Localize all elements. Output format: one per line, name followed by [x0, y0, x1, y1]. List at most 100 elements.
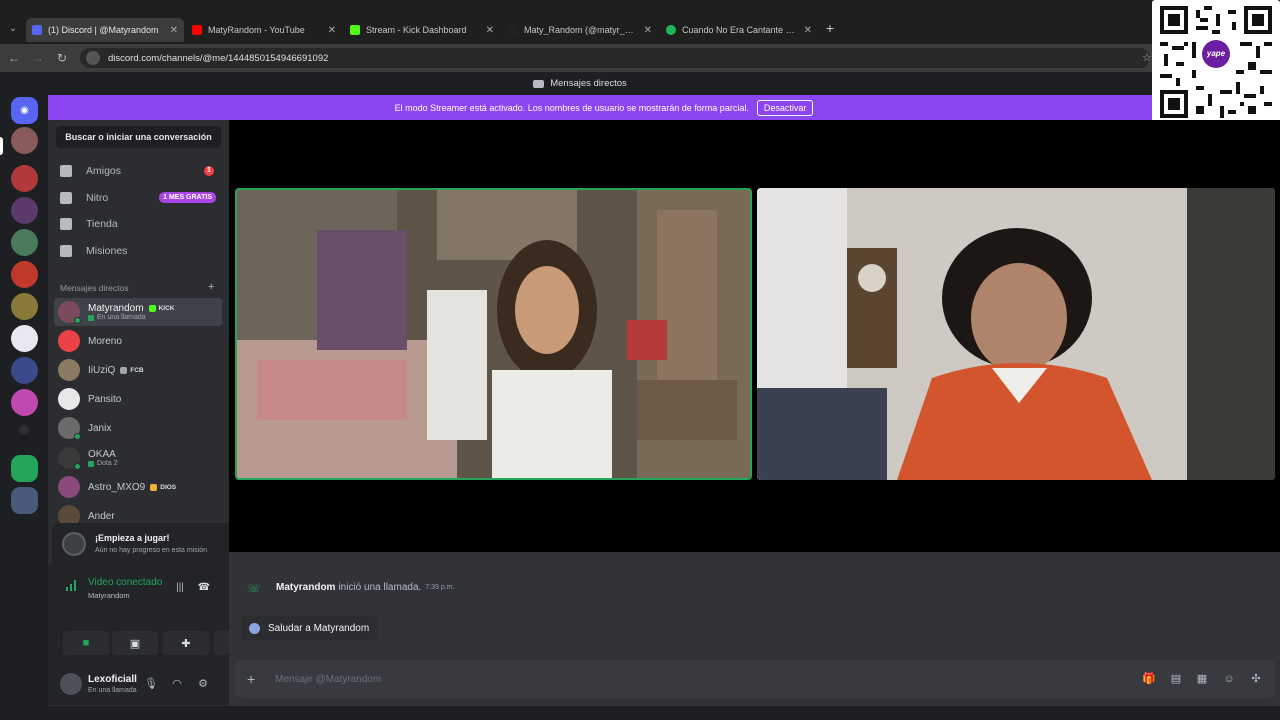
notification-badge: 1 [204, 166, 214, 176]
tab-search-icon[interactable]: ⌄ [4, 20, 22, 38]
server-icon[interactable] [11, 487, 38, 514]
quest-title: ¡Empieza a jugar! [95, 533, 170, 543]
apps-icon[interactable]: ✣ [1249, 672, 1263, 686]
bookmark-star-icon[interactable]: ☆ [1142, 51, 1152, 64]
camera-button[interactable]: ■ [63, 631, 109, 655]
dm-item-janix[interactable]: Janix [54, 414, 222, 442]
tab-discord[interactable]: (1) Discord | @Matyrandom ✕ [26, 18, 184, 42]
server-icon[interactable] [11, 229, 38, 256]
dm-status: Dota 2 [97, 460, 118, 467]
discord-favicon-icon [32, 25, 42, 35]
tab-youtube[interactable]: MatyRandom - YouTube ✕ [186, 18, 342, 42]
guild-tag-icon [150, 483, 158, 491]
call-stage [229, 120, 1280, 552]
nav-friends[interactable]: Amigos 1 [54, 159, 222, 183]
microphone-icon[interactable]: 🎙 [144, 677, 158, 691]
disconnect-icon[interactable]: ☎ [197, 581, 211, 595]
emoji-icon[interactable]: ☺ [1222, 672, 1236, 686]
server-icon[interactable] [11, 165, 38, 192]
reload-icon[interactable]: ↻ [54, 50, 70, 66]
dm-item-astro[interactable]: Astro_MXO9 DIOS [54, 473, 222, 501]
dm-name: OKAA [88, 449, 116, 460]
close-tab-icon[interactable]: ✕ [170, 25, 178, 36]
close-tab-icon[interactable]: ✕ [804, 25, 812, 36]
sticker-icon[interactable]: ▦ [1195, 672, 1209, 686]
activities-button[interactable]: ✚ [163, 631, 209, 655]
dm-item-iiuziq[interactable]: IiUziQ FCB [54, 356, 222, 384]
server-icon[interactable] [11, 261, 38, 288]
window-title: Mensajes directos [550, 78, 627, 89]
new-tab-icon[interactable]: + [822, 20, 838, 36]
video-tile-matyrandom[interactable] [235, 188, 752, 480]
message-timestamp: 7:39 p.m. [425, 584, 455, 591]
screen-share-button[interactable]: ▣ [112, 631, 158, 655]
dm-name: Ander [88, 510, 115, 522]
close-tab-icon[interactable]: ✕ [644, 25, 652, 36]
server-icon[interactable] [11, 127, 38, 154]
call-text: inició una llamada. [338, 582, 422, 593]
avatar [58, 359, 80, 381]
video-tile-lexoficiall[interactable] [757, 188, 1275, 480]
qr-code-overlay: yape [1152, 0, 1280, 124]
server-icon[interactable] [11, 455, 38, 482]
nav-nitro[interactable]: Nitro 1 MES GRATIS [54, 186, 222, 210]
dm-section-header: Mensajes directos [60, 283, 129, 293]
shop-icon [60, 218, 72, 230]
gif-icon[interactable]: ▤ [1169, 672, 1183, 686]
dm-item-matyrandom[interactable]: Matyrandom KICK En una llamada [54, 298, 222, 326]
discord-home-icon[interactable]: ◉ [11, 97, 38, 124]
youtube-favicon-icon [192, 25, 202, 35]
server-icon[interactable] [11, 197, 38, 224]
dm-item-pansito[interactable]: Pansito [54, 385, 222, 413]
avatar[interactable] [60, 673, 82, 695]
dm-tag: KICK [158, 305, 175, 312]
chat-area: ☏ Matyrandom inició una llamada. 7:39 p.… [229, 552, 1280, 720]
tab-kick[interactable]: Stream - Kick Dashboard ✕ [344, 18, 500, 42]
avatar [58, 388, 80, 410]
back-arrow-icon[interactable]: ← [6, 50, 22, 66]
message-input[interactable] [275, 669, 1095, 689]
settings-gear-icon[interactable]: ⚙ [196, 677, 210, 691]
voice-channel: Matyrandom [88, 591, 130, 600]
tab-spotify[interactable]: Cuando No Era Cantante • El B ✕ [660, 18, 818, 42]
caller-name[interactable]: Matyrandom [276, 582, 335, 593]
tab-title: Stream - Kick Dashboard [366, 25, 467, 35]
disable-streamer-button[interactable]: Desactivar [756, 99, 814, 116]
site-info-icon[interactable] [86, 51, 100, 65]
gift-icon[interactable]: 🎁 [1142, 672, 1156, 686]
close-tab-icon[interactable]: ✕ [328, 25, 336, 36]
streamer-mode-banner: El modo Streamer está activado. Los nomb… [48, 95, 1160, 120]
attach-plus-icon[interactable]: + [247, 671, 255, 687]
close-tab-icon[interactable]: ✕ [486, 25, 494, 36]
headphones-icon[interactable]: ◠ [170, 677, 184, 691]
wave-button[interactable]: Saludar a Matyrandom [241, 616, 378, 640]
conversation-search[interactable]: Buscar o iniciar una conversación [56, 126, 221, 148]
taskbar-strip [0, 706, 1280, 720]
server-icon[interactable] [11, 389, 38, 416]
user-status: En una llamada [88, 687, 137, 694]
avatar [58, 330, 80, 352]
dm-item-moreno[interactable]: Moreno [54, 327, 222, 355]
server-icon[interactable] [11, 325, 38, 352]
username[interactable]: Lexoficiall [88, 674, 137, 685]
quests-icon [60, 245, 72, 257]
server-icon[interactable] [11, 357, 38, 384]
url-field[interactable]: discord.com/channels/@me/144485015494669… [80, 48, 1150, 68]
nav-shop[interactable]: Tienda [54, 212, 222, 236]
create-dm-icon[interactable]: + [208, 281, 214, 293]
nav-label: Amigos [86, 165, 122, 177]
forward-arrow-icon[interactable]: → [30, 50, 46, 66]
dm-item-okaa[interactable]: OKAA Dota 2 [54, 444, 222, 472]
noise-suppression-icon[interactable]: ||| [173, 581, 187, 595]
guild-tag-icon [120, 366, 128, 374]
tab-tiktok[interactable]: Maty_Random (@matyr_andom ✕ [502, 18, 658, 42]
folder-icon[interactable] [19, 425, 29, 435]
connection-signal-icon[interactable] [66, 579, 78, 591]
nitro-icon [60, 192, 72, 204]
server-rail: ◉ [0, 95, 48, 720]
server-icon[interactable] [11, 293, 38, 320]
avatar [58, 417, 81, 440]
dm-name: IiUziQ [88, 364, 116, 376]
nav-quests[interactable]: Misiones [54, 239, 222, 263]
voice-status[interactable]: Video conectado [88, 577, 162, 588]
